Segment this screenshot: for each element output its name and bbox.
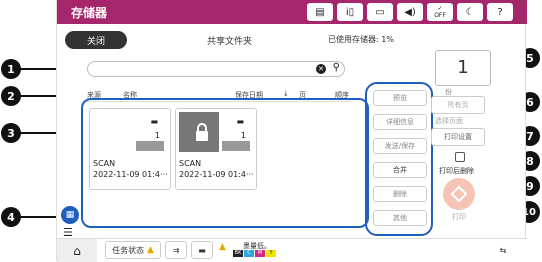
storage-used: 已使用存储器: 1%	[328, 35, 394, 44]
warning-icon: ▲	[144, 245, 154, 255]
print-queue-icon[interactable]: ▬	[191, 241, 213, 259]
delete-after-print-checkbox[interactable]	[455, 152, 465, 162]
callout-1: 1	[1, 59, 21, 79]
callout-4-line	[20, 216, 60, 218]
send-save-button[interactable]: 发送/保存	[373, 138, 427, 154]
bottom-bar: ⌂ 任务状态 ▲ ⇉ ▬ ▲ 墨量低。 BK C M Y ⇆	[57, 238, 527, 262]
document-name: SCAN	[179, 159, 202, 168]
other-button[interactable]: 其他	[373, 210, 427, 226]
start-print-label: 打印	[452, 213, 466, 221]
ink-bk: BK	[233, 250, 243, 257]
document-name: SCAN	[93, 159, 116, 168]
merge-button[interactable]: 合并	[373, 162, 427, 178]
window-title: 存储器	[71, 6, 108, 20]
close-button[interactable]: 关闭	[65, 31, 127, 49]
document-card[interactable]: ▬ 1 SCAN 2022-11-09 01:4···	[175, 108, 257, 190]
printer-screen: 存储器 ▤ i▯ ▭ ◀) ✓ OFF ☾ ? 关闭 共享文件夹 已使用存储器: …	[56, 0, 527, 262]
select-pages-label: 选择页面	[435, 117, 463, 125]
delete-button[interactable]: 删除	[373, 186, 427, 202]
action-panel: 预览 详细信息 发送/保存 合并 删除 其他	[365, 82, 433, 236]
document-count: 1	[240, 131, 246, 140]
network-icon[interactable]: ⇆	[487, 241, 519, 259]
printer-icon: ▬	[150, 117, 158, 126]
info-icon[interactable]: i▯	[337, 3, 363, 21]
print-settings-panel: 1 份 所有页 选择页面 打印设置 打印后删除 打印	[427, 40, 527, 260]
lock-icon	[196, 123, 208, 141]
callout-2: 2	[1, 86, 21, 106]
callout-4: 4	[1, 207, 21, 227]
document-status-bar	[222, 141, 250, 151]
tab-shared-folder[interactable]: 共享文件夹	[207, 34, 252, 47]
document-icon[interactable]: ▤	[307, 3, 333, 21]
all-pages-button[interactable]: 所有页	[431, 96, 485, 114]
ink-m: M	[255, 250, 265, 257]
job-status-button[interactable]: 任务状态 ▲	[105, 241, 161, 259]
printer-icon: ▬	[236, 117, 244, 126]
help-icon[interactable]: ?	[487, 3, 513, 21]
start-print-button[interactable]	[443, 178, 475, 210]
clear-icon[interactable]: ✕	[316, 64, 326, 74]
wifi-icon[interactable]: ▭	[367, 3, 393, 21]
grid-view-icon[interactable]: ▦	[61, 206, 79, 224]
details-button[interactable]: 详细信息	[373, 114, 427, 130]
night-mode-icon[interactable]: ☾	[457, 3, 483, 21]
document-date: 2022-11-09 01:4···	[179, 170, 254, 179]
document-feed-icon[interactable]: ⇉	[165, 241, 187, 259]
title-bar: 存储器 ▤ i▯ ▭ ◀) ✓ OFF ☾ ?	[57, 0, 527, 24]
document-thumbnail	[179, 112, 219, 152]
home-icon[interactable]: ⌂	[57, 239, 97, 262]
tab-bar: 关闭 共享文件夹 已使用存储器: 1%	[65, 31, 425, 51]
document-grid: ▬ 1 SCAN 2022-11-09 01:4··· ▬ 1 SCAN 202…	[81, 98, 369, 228]
search-icon[interactable]: ⚲	[333, 62, 340, 73]
volume-icon[interactable]: ◀)	[397, 3, 423, 21]
print-settings-button[interactable]: 打印设置	[431, 128, 485, 146]
copies-field[interactable]: 1	[435, 50, 491, 86]
sort-arrow-icon[interactable]: ↓	[283, 90, 289, 98]
view-toggle: ▦ ☰	[61, 206, 79, 242]
delete-after-print-label: 打印后删除	[439, 167, 474, 175]
wifi-off-icon[interactable]: ✓ OFF	[427, 3, 453, 21]
document-count: 1	[154, 131, 160, 140]
preview-button[interactable]: 预览	[373, 90, 427, 106]
ink-y: Y	[266, 250, 276, 257]
callout-3: 3	[1, 123, 21, 143]
ink-c: C	[244, 250, 254, 257]
search-input[interactable]: ✕ ⚲	[87, 61, 345, 77]
document-card[interactable]: ▬ 1 SCAN 2022-11-09 01:4···	[89, 108, 171, 190]
ink-warning-icon: ▲	[219, 242, 226, 252]
document-date: 2022-11-09 01:4···	[93, 170, 168, 179]
job-status-label: 任务状态	[112, 245, 145, 255]
document-status-bar	[136, 141, 164, 151]
start-icon	[450, 185, 468, 203]
